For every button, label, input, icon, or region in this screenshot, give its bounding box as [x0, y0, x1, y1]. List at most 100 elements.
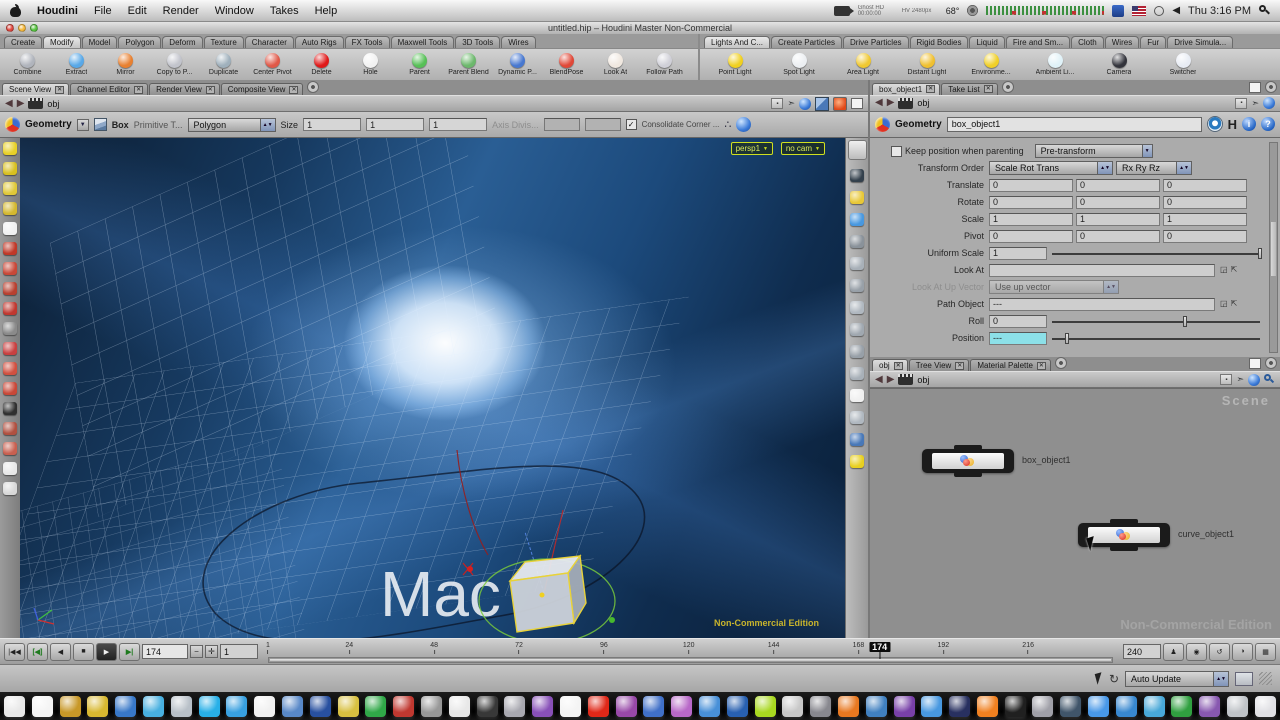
houdini-h-icon[interactable]: H [1228, 117, 1237, 132]
dock-icon[interactable] [87, 696, 108, 717]
dock-icon[interactable] [1005, 696, 1026, 717]
increment-frame-button[interactable]: ✛ [205, 645, 218, 658]
view-tool-button[interactable] [848, 140, 867, 160]
refresh-icon[interactable]: ↻ [1109, 672, 1119, 686]
new-pane-tab-button[interactable] [1055, 357, 1067, 369]
tool-icon[interactable] [3, 382, 17, 395]
new-pane-tab-button[interactable] [307, 81, 319, 93]
params-path-text[interactable]: obj [917, 98, 929, 108]
material-sphere-icon[interactable] [833, 97, 847, 111]
dock-icon[interactable] [1227, 696, 1248, 717]
dock-icon[interactable] [32, 696, 53, 717]
roll-field[interactable] [989, 315, 1047, 328]
shelf-tool[interactable]: Combine [3, 53, 52, 76]
dock-icon[interactable] [560, 696, 581, 717]
shelf-tab[interactable]: Create [4, 36, 42, 48]
path-dropdown-button[interactable]: ▪ [771, 98, 783, 109]
mesh-type-select[interactable]: Polygon▲▼ [188, 118, 276, 132]
viewport-tool-icon[interactable] [850, 411, 864, 424]
input-language-flag-icon[interactable] [1132, 6, 1146, 16]
uniform-scale-field[interactable] [989, 247, 1047, 260]
current-frame-field[interactable] [142, 644, 188, 659]
dock-icon[interactable] [755, 696, 776, 717]
dock-icon[interactable] [421, 696, 442, 717]
maximize-pane-icon[interactable] [851, 98, 863, 109]
shelf-tool[interactable]: Center Pivot [248, 53, 297, 76]
dock-icon[interactable] [60, 696, 81, 717]
scene-path-text[interactable]: obj [47, 99, 59, 109]
activity-meter-icon[interactable] [986, 6, 1104, 15]
position-slider[interactable] [1050, 332, 1264, 345]
dock-icon[interactable] [838, 696, 859, 717]
pin-icon[interactable]: ➣ [1236, 374, 1244, 385]
shelf-tab[interactable]: 3D Tools [455, 36, 500, 48]
shelf-tool[interactable]: Switcher [1151, 53, 1215, 76]
path-object-field[interactable] [989, 298, 1215, 311]
tool-icon[interactable] [3, 362, 17, 375]
close-icon[interactable]: ✕ [1037, 362, 1046, 370]
pane-tab[interactable]: Material Palette✕ [970, 359, 1051, 371]
close-icon[interactable]: ✕ [134, 86, 143, 94]
shelf-tab[interactable]: Lights And C... [704, 36, 770, 48]
menu-file[interactable]: File [94, 5, 112, 17]
dock-icon[interactable] [338, 696, 359, 717]
stop-button[interactable]: ■ [73, 643, 94, 661]
back-icon[interactable]: ◀ [5, 99, 13, 109]
shelf-tab[interactable]: Rigid Bodies [910, 36, 969, 48]
dock-icon[interactable] [477, 696, 498, 717]
shelf-tool[interactable]: Follow Path [640, 53, 689, 76]
menu-render[interactable]: Render [163, 5, 199, 17]
menu-houdini[interactable]: Houdini [37, 5, 78, 17]
translate-z-field[interactable] [1163, 179, 1247, 192]
shelf-tab[interactable]: Liquid [969, 36, 1004, 48]
tool-icon[interactable] [3, 282, 17, 295]
playbar-options-button[interactable]: ♟ [1163, 643, 1184, 661]
shelf-tab[interactable]: Wires [1105, 36, 1139, 48]
viewport-tool-icon[interactable] [850, 455, 864, 468]
dock-icon[interactable] [504, 696, 525, 717]
pane-tab[interactable]: Render View✕ [149, 83, 220, 95]
forward-icon[interactable]: ▶ [887, 98, 895, 108]
viewport[interactable]: Mac [20, 138, 845, 638]
shelf-tool[interactable]: Delete [297, 53, 346, 76]
dock-icon[interactable] [782, 696, 803, 717]
dock-icon[interactable] [810, 696, 831, 717]
dock-icon[interactable] [199, 696, 220, 717]
timeline-ruler[interactable]: 124487296120144168192216174 [268, 639, 1113, 664]
end-frame-field[interactable] [1123, 644, 1161, 659]
shelf-tab[interactable]: Modify [43, 36, 81, 48]
shelf-tab[interactable]: Drive Simula... [1167, 36, 1233, 48]
tool-icon[interactable] [3, 402, 17, 415]
decrement-frame-button[interactable]: − [190, 645, 203, 658]
node-chooser-icon[interactable]: ◲ [1220, 266, 1228, 274]
dock-icon[interactable] [365, 696, 386, 717]
menu-window[interactable]: Window [215, 5, 254, 17]
shelf-tool[interactable]: Copy to P... [150, 53, 199, 76]
help-sphere-icon[interactable] [736, 117, 751, 132]
tool-icon[interactable] [3, 162, 17, 175]
rotate-x-field[interactable] [989, 196, 1073, 209]
network-path-icon[interactable] [898, 98, 913, 109]
pane-tab[interactable]: obj✕ [872, 359, 908, 371]
shelf-tool[interactable]: Spot Light [767, 53, 831, 76]
shelf-tool[interactable]: Area Light [831, 53, 895, 76]
menu-bar-clock[interactable]: Thu 3:16 PM [1188, 5, 1251, 17]
tool-icon[interactable] [3, 142, 17, 155]
node-label[interactable]: curve_object1 [1178, 529, 1234, 539]
menu-help[interactable]: Help [315, 5, 338, 17]
realtime-toggle-button[interactable]: ◉ [1186, 643, 1207, 661]
open-floating-icon[interactable]: ⇱ [1231, 266, 1238, 274]
viewport-tool-icon[interactable] [850, 433, 864, 446]
viewport-tool-icon[interactable] [850, 169, 864, 182]
close-icon[interactable]: ✕ [289, 86, 298, 94]
dock-icon[interactable] [894, 696, 915, 717]
shelf-tab[interactable]: Drive Particles [843, 36, 909, 48]
close-icon[interactable]: ✕ [955, 362, 964, 370]
pivot-point[interactable] [540, 593, 545, 598]
tool-icon[interactable] [3, 482, 17, 495]
tool-icon[interactable] [3, 202, 17, 215]
node-name-field[interactable] [947, 117, 1202, 132]
display-eye-icon[interactable] [1207, 116, 1223, 132]
forward-icon[interactable]: ▶ [887, 375, 895, 385]
consolidate-checkbox[interactable]: ✓ [626, 119, 637, 130]
